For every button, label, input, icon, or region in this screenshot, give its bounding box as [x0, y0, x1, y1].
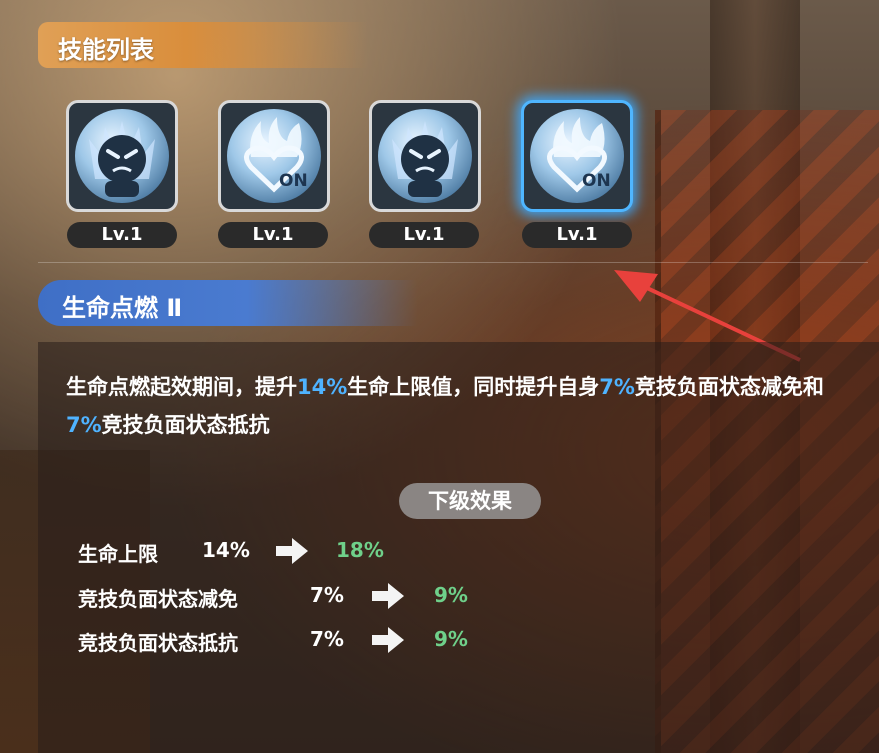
skill-level-1: Lv.1: [67, 222, 177, 248]
right-arrow-icon: [372, 583, 404, 609]
skill-slot-1[interactable]: [66, 100, 178, 212]
skill-level-4: Lv.1: [522, 222, 632, 248]
stat-next: 18%: [336, 538, 384, 562]
on-badge: ON: [279, 171, 308, 191]
stat-current: 14%: [202, 538, 250, 562]
skill-level-3: Lv.1: [369, 222, 479, 248]
skill-title: 生命点燃 Ⅱ: [62, 294, 183, 322]
angry-face-icon: [89, 121, 155, 197]
stat-row-3: 竞技负面状态抵抗: [78, 627, 238, 656]
stat-next: 9%: [434, 627, 468, 651]
skill-slot-3[interactable]: [369, 100, 481, 212]
skill-level-2: Lv.1: [218, 222, 328, 248]
right-arrow-icon: [276, 538, 308, 564]
skill-slot-4-selected[interactable]: ON: [521, 100, 633, 212]
right-arrow-icon: [372, 627, 404, 653]
on-badge: ON: [582, 171, 611, 191]
stat-name: 竞技负面状态减免: [78, 587, 238, 611]
stat-row-1: 生命上限: [78, 538, 158, 567]
skill-list-title: 技能列表: [58, 36, 154, 64]
stat-next: 9%: [434, 583, 468, 607]
stat-name: 竞技负面状态抵抗: [78, 631, 238, 655]
angry-face-icon: [392, 121, 458, 197]
skill-description: 生命点燃起效期间，提升14%生命上限值，同时提升自身7%竞技负面状态减免和7%竞…: [66, 375, 824, 437]
stat-name: 生命上限: [78, 542, 158, 566]
stat-current: 7%: [310, 627, 344, 651]
next-level-effect-tag: 下级效果: [399, 483, 541, 519]
stat-current: 7%: [310, 583, 344, 607]
skill-slot-2[interactable]: ON: [218, 100, 330, 212]
stat-row-2: 竞技负面状态减免: [78, 583, 238, 612]
